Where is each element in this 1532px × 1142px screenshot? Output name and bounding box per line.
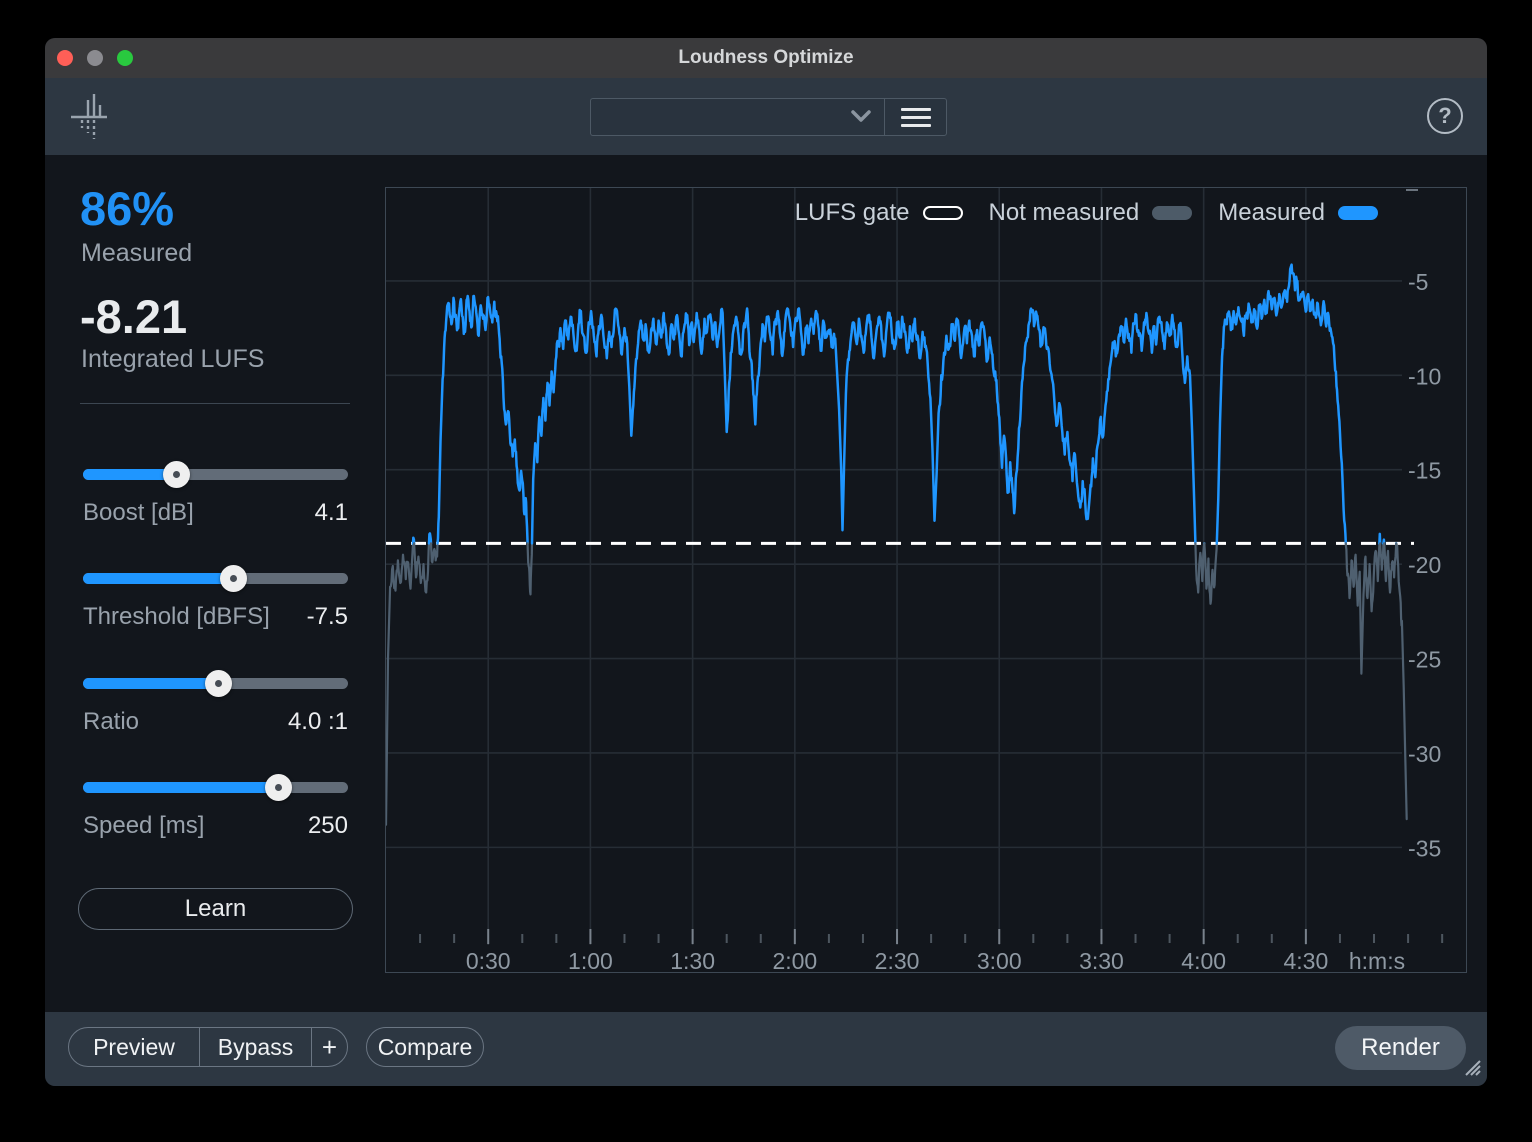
lufs-gate-swatch — [923, 206, 963, 220]
integrated-lufs-value: -8.21 — [80, 289, 187, 344]
hamburger-icon — [901, 103, 931, 132]
compare-button[interactable]: Compare — [366, 1027, 484, 1067]
ratio-value: 4.0 :1 — [288, 708, 348, 736]
svg-text:0:30: 0:30 — [466, 948, 511, 972]
svg-text:3:30: 3:30 — [1079, 948, 1124, 972]
ratio-label: Ratio — [83, 708, 139, 736]
main-content: 86% Measured -8.21 Integrated LUFS Boost… — [45, 155, 1487, 1012]
preview-button[interactable]: Preview — [69, 1028, 199, 1066]
bypass-button[interactable]: Bypass — [199, 1028, 311, 1066]
boost-slider: Boost [dB] 4.1 — [83, 461, 348, 531]
plus-button[interactable]: + — [311, 1028, 347, 1066]
transport-button-group: Preview Bypass + — [68, 1027, 348, 1067]
preset-menu-button[interactable] — [884, 98, 947, 136]
footer-bar: Preview Bypass + Compare Render — [45, 1012, 1487, 1086]
window-title: Loudness Optimize — [45, 38, 1487, 78]
svg-text:-5: -5 — [1408, 269, 1428, 295]
help-glyph: ? — [1438, 103, 1451, 128]
svg-text:-35: -35 — [1408, 835, 1441, 861]
legend-not-measured: Not measured — [989, 199, 1193, 227]
boost-value: 4.1 — [315, 499, 348, 527]
svg-text:-20: -20 — [1408, 552, 1441, 578]
titlebar: Loudness Optimize — [45, 38, 1487, 79]
svg-text:-25: -25 — [1408, 647, 1441, 673]
measured-percent-value: 86% — [80, 181, 174, 236]
resize-grip[interactable] — [1460, 1055, 1482, 1082]
svg-text:3:00: 3:00 — [977, 948, 1022, 972]
toolbar: ? — [45, 78, 1487, 155]
app-window: Loudness Optimize — [45, 38, 1487, 1086]
speed-value: 250 — [308, 812, 348, 840]
speed-slider: Speed [ms] 250 — [83, 774, 348, 844]
app-logo-icon — [68, 91, 112, 146]
threshold-label: Threshold [dBFS] — [83, 603, 270, 631]
speed-label: Speed [ms] — [83, 812, 204, 840]
speed-slider-thumb[interactable] — [265, 774, 292, 801]
loudness-chart-plot: 0:30 1:00 1:30 2:00 2:30 3:00 3:30 4:00 4:30 h:m:… — [386, 188, 1466, 972]
svg-text:-30: -30 — [1408, 741, 1441, 767]
svg-text:-10: -10 — [1408, 363, 1441, 389]
svg-text:1:00: 1:00 — [568, 948, 613, 972]
chevron-down-icon — [850, 109, 872, 128]
threshold-slider: Threshold [dBFS] -7.5 — [83, 565, 348, 635]
preset-dropdown[interactable] — [590, 98, 884, 136]
legend-lufs-gate: LUFS gate — [795, 199, 963, 227]
svg-text:2:30: 2:30 — [875, 948, 920, 972]
svg-text:1:30: 1:30 — [670, 948, 715, 972]
help-button[interactable]: ? — [1427, 98, 1463, 134]
learn-button[interactable]: Learn — [78, 888, 353, 930]
integrated-lufs-label: Integrated LUFS — [81, 345, 264, 374]
loudness-chart: 0:30 1:00 1:30 2:00 2:30 3:00 3:30 4:00 4:30 h:m:… — [385, 187, 1467, 973]
render-button[interactable]: Render — [1335, 1026, 1466, 1070]
ratio-slider: Ratio 4.0 :1 — [83, 670, 348, 740]
preset-controls — [590, 98, 947, 136]
chart-legend: LUFS gate Not measured Measured — [795, 199, 1378, 227]
svg-text:2:00: 2:00 — [772, 948, 817, 972]
boost-slider-track[interactable] — [83, 469, 348, 480]
measured-percent-label: Measured — [81, 239, 192, 268]
boost-label: Boost [dB] — [83, 499, 194, 527]
svg-text:h:m:s: h:m:s — [1349, 948, 1405, 972]
threshold-value: -7.5 — [307, 603, 348, 631]
svg-text:4:00: 4:00 — [1181, 948, 1226, 972]
measured-swatch — [1338, 206, 1378, 220]
svg-text:4:30: 4:30 — [1283, 948, 1328, 972]
ratio-slider-thumb[interactable] — [205, 670, 232, 697]
not-measured-swatch — [1152, 206, 1192, 220]
boost-slider-thumb[interactable] — [163, 461, 190, 488]
threshold-slider-thumb[interactable] — [220, 565, 247, 592]
svg-text:-15: -15 — [1408, 458, 1441, 484]
speed-slider-track[interactable] — [83, 782, 348, 793]
threshold-slider-track[interactable] — [83, 573, 348, 584]
stats-divider — [80, 403, 350, 404]
legend-measured: Measured — [1218, 199, 1378, 227]
